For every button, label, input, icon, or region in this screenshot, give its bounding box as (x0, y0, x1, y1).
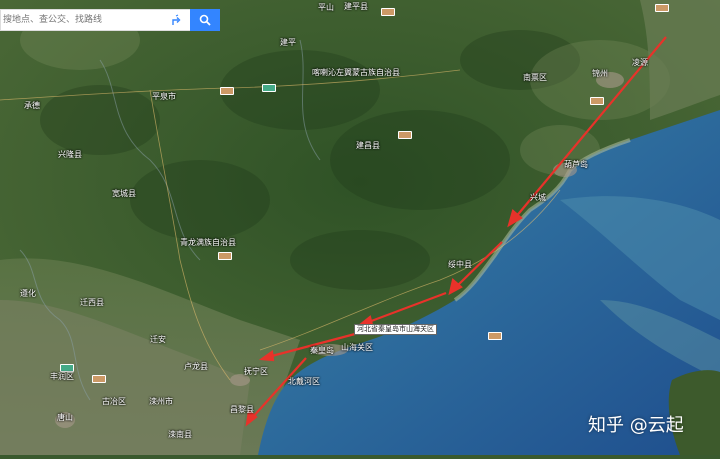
route-icon (172, 14, 181, 25)
place-label[interactable]: 抚宁区 (244, 367, 268, 377)
place-label[interactable]: 昌黎县 (230, 405, 254, 415)
search-button[interactable] (190, 9, 220, 31)
place-label[interactable]: 遵化 (20, 289, 36, 299)
watermark: 知乎 @云起 (588, 415, 684, 436)
road-shield (590, 97, 604, 105)
road-shield (92, 375, 106, 383)
place-label[interactable]: 唐山 (57, 413, 73, 423)
place-label[interactable]: 迁西县 (80, 298, 104, 308)
place-label[interactable]: 建平县 (344, 2, 368, 12)
place-label[interactable]: 凌源 (632, 58, 648, 68)
place-label[interactable]: 平山 (318, 3, 334, 13)
search-icon (199, 14, 211, 26)
search-input[interactable] (1, 11, 165, 29)
place-label[interactable]: 滦州市 (149, 397, 173, 407)
road-shield (398, 131, 412, 139)
place-label[interactable]: 迁安 (150, 335, 166, 345)
place-label[interactable]: 北戴河区 (288, 377, 320, 387)
place-label[interactable]: 卢龙县 (184, 362, 208, 372)
place-label[interactable]: 滦南县 (168, 430, 192, 440)
place-label[interactable]: 建昌县 (356, 141, 380, 151)
search-bar (0, 9, 220, 31)
road-shield (60, 364, 74, 372)
place-label[interactable]: 丰润区 (50, 372, 74, 382)
place-label[interactable]: 山海关区 (341, 343, 373, 353)
road-shield (218, 252, 232, 260)
satellite-map[interactable]: 建平县 承德 平泉市 喀喇沁左翼蒙古族自治县 建昌县 兴隆县 宽城县 青龙满族自… (0, 0, 720, 455)
place-label[interactable]: 青龙满族自治县 (180, 238, 236, 248)
road-shield (381, 8, 395, 16)
place-label[interactable]: 建平 (280, 38, 296, 48)
place-label[interactable]: 平泉市 (152, 92, 176, 102)
route-button[interactable] (165, 10, 187, 30)
place-label[interactable]: 宽城县 (112, 189, 136, 199)
road-shield (655, 4, 669, 12)
place-label[interactable]: 秦皇岛 (310, 346, 334, 356)
place-label[interactable]: 古冶区 (102, 397, 126, 407)
place-label[interactable]: 兴隆县 (58, 150, 82, 160)
road-shield (488, 332, 502, 340)
place-label[interactable]: 葫芦岛 (564, 160, 588, 170)
place-label[interactable]: 兴城 (530, 193, 546, 203)
search-box (0, 9, 190, 31)
place-label[interactable]: 绥中县 (448, 260, 472, 270)
location-callout[interactable]: 河北省秦皇岛市山海关区 (354, 324, 437, 335)
road-shield (262, 84, 276, 92)
place-label[interactable]: 南票区 (523, 73, 547, 83)
road-shield (220, 87, 234, 95)
place-label[interactable]: 锦州 (592, 69, 608, 79)
place-label[interactable]: 喀喇沁左翼蒙古族自治县 (312, 68, 400, 78)
place-label[interactable]: 承德 (24, 101, 40, 111)
